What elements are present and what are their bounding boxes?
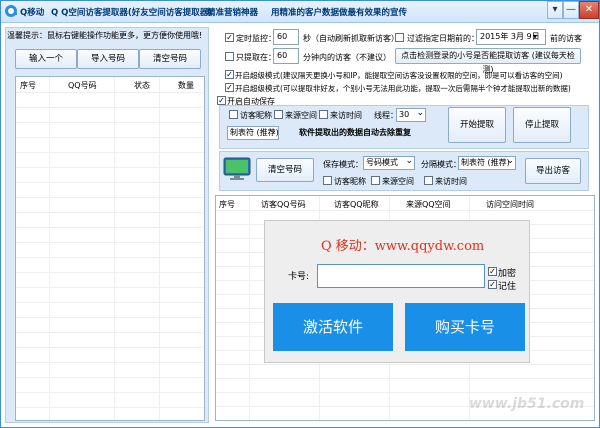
export-time-label: 来访时间 bbox=[435, 177, 467, 186]
export-nick-checkbox[interactable] bbox=[323, 176, 332, 185]
activate-software-button[interactable]: 激活软件 bbox=[273, 303, 393, 351]
result-header-index: 序号 bbox=[219, 200, 235, 209]
super-mode2-label: 开启超级模式(可以提取非好友，个别小号无法用此功能，提取一次后需隔半个钟才能提取… bbox=[235, 84, 571, 93]
encrypt-checkbox[interactable]: ✓ bbox=[488, 267, 497, 276]
export-source-label: 来源空间 bbox=[382, 177, 414, 186]
tab-format-select[interactable]: 制表符 (推荐) bbox=[227, 126, 279, 140]
input-one-button[interactable]: 输入一个 bbox=[15, 49, 77, 69]
card-number-label: 卡号: bbox=[288, 272, 310, 282]
export-source-checkbox[interactable] bbox=[371, 176, 380, 185]
clear-results-button[interactable]: 清空号码 bbox=[256, 158, 314, 182]
only-extract-suffix: 分钟内的访客（不建议） bbox=[303, 53, 391, 62]
column-header-index: 序号 bbox=[20, 81, 36, 90]
timer-seconds-input[interactable]: 60 bbox=[273, 29, 299, 45]
auto-save-checkbox[interactable]: ✓ bbox=[217, 96, 226, 105]
result-header-nick: 访客QQ昵称 bbox=[334, 200, 379, 209]
separator-mode-label: 分隔模式： bbox=[421, 160, 461, 169]
export-time-checkbox[interactable] bbox=[424, 176, 433, 185]
separator-mode-select[interactable]: 制表符 (推荐) bbox=[458, 156, 516, 170]
column-header-count: 数量 bbox=[178, 81, 194, 90]
app-subtitle: Q Q空间访客提取器(好友空间访客提取器) bbox=[51, 8, 213, 18]
result-header-source: 来源QQ空间 bbox=[406, 200, 451, 209]
super-mode1-checkbox[interactable]: ✓ bbox=[225, 70, 234, 79]
date-value: 2015年 3月 9日 bbox=[480, 32, 540, 41]
site-watermark: www.jb51.com bbox=[469, 396, 585, 412]
dedupe-note: 软件提取出的数据自动去除重复 bbox=[299, 128, 411, 137]
slogan-secondary: 用精准的客户数据做最有效果的宣传 bbox=[271, 8, 408, 18]
save-source-label: 来源空间 bbox=[285, 111, 317, 120]
import-numbers-button[interactable]: 导入号码 bbox=[77, 49, 139, 69]
save-time-checkbox[interactable] bbox=[319, 110, 328, 119]
activation-dialog: Q 移动：www.qqydw.com 卡号: ✓ 加密 ✓ 记住 激活软件 购买… bbox=[264, 220, 530, 363]
remember-checkbox[interactable]: ✓ bbox=[488, 280, 497, 289]
timer-checkbox[interactable]: ✓ bbox=[225, 33, 234, 42]
card-number-input[interactable] bbox=[317, 264, 485, 288]
save-mode-select[interactable]: 号码模式 bbox=[363, 156, 415, 170]
stop-extract-button[interactable]: 停止提取 bbox=[513, 107, 571, 143]
detect-account-button[interactable]: 点击检测登录的小号是否能提取访客 (建议每天检测) bbox=[395, 48, 581, 74]
brand-url: Q 移动：www.qqydw.com bbox=[321, 239, 485, 254]
start-extract-button[interactable]: 开始提取 bbox=[448, 107, 506, 143]
super-mode1-label: 开启超级模式(建议隔天更换小号和IP，能提取空间访客没设置权限的空间，即是可以看… bbox=[235, 71, 563, 80]
save-mode-label: 保存模式： bbox=[323, 160, 363, 169]
save-time-label: 来访时间 bbox=[330, 111, 362, 120]
filter-date-suffix: 前的访客 bbox=[550, 34, 582, 43]
super-mode2-checkbox[interactable]: ✓ bbox=[225, 83, 234, 92]
export-visitors-button[interactable]: 导出访客 bbox=[525, 158, 581, 184]
only-extract-input[interactable]: 60 bbox=[273, 48, 299, 64]
date-dropdown-icon[interactable]: ▾ bbox=[533, 32, 537, 41]
save-source-checkbox[interactable] bbox=[274, 110, 283, 119]
clear-numbers-button[interactable]: 清空号码 bbox=[139, 49, 201, 69]
filter-date-checkbox[interactable] bbox=[395, 33, 404, 42]
remember-label: 记住 bbox=[498, 282, 517, 292]
filter-date-label: 过滤指定日期前的： bbox=[407, 34, 479, 43]
export-nick-label: 访客昵称 bbox=[334, 177, 366, 186]
column-header-status: 状态 bbox=[134, 81, 150, 90]
usage-hint: 温馨提示：鼠标右键能操作功能更多，更方便你使用哦! bbox=[7, 31, 203, 40]
only-extract-label: 只提取在： bbox=[236, 53, 276, 62]
buy-card-button[interactable]: 购买卡号 bbox=[405, 303, 525, 351]
qq-number-list[interactable]: 序号 QQ号码 状态 数量 bbox=[15, 76, 205, 421]
app-logo-icon bbox=[5, 5, 17, 17]
save-nick-checkbox[interactable] bbox=[229, 110, 238, 119]
result-header-time: 访问空间时间 bbox=[486, 200, 534, 209]
timer-label: 定时监控： bbox=[236, 34, 276, 43]
timer-suffix: 秒（自动刷新抓取新访客） bbox=[303, 34, 399, 43]
close-button[interactable]: ✕ bbox=[579, 1, 599, 19]
slogan-primary: 精准营销神器 bbox=[207, 8, 259, 18]
app-window: Q移动 Q Q空间访客提取器(好友空间访客提取器) 精准营销神器 用精准的客户数… bbox=[0, 0, 600, 428]
minimize-button[interactable]: — bbox=[563, 1, 579, 19]
threads-label: 线程： bbox=[374, 111, 398, 120]
save-nick-label: 访客昵称 bbox=[240, 111, 272, 120]
result-header-qq: 访客QQ号码 bbox=[261, 200, 306, 209]
monitor-icon bbox=[223, 157, 251, 180]
threads-select[interactable]: 30 bbox=[396, 108, 426, 122]
menu-button[interactable]: ▾ bbox=[547, 1, 563, 19]
title-bar: Q移动 Q Q空间访客提取器(好友空间访客提取器) 精准营销神器 用精准的客户数… bbox=[1, 1, 599, 23]
column-header-qq: QQ号码 bbox=[68, 81, 97, 90]
encrypt-label: 加密 bbox=[498, 269, 517, 279]
only-extract-checkbox[interactable] bbox=[225, 52, 234, 61]
app-name: Q移动 bbox=[20, 8, 45, 18]
